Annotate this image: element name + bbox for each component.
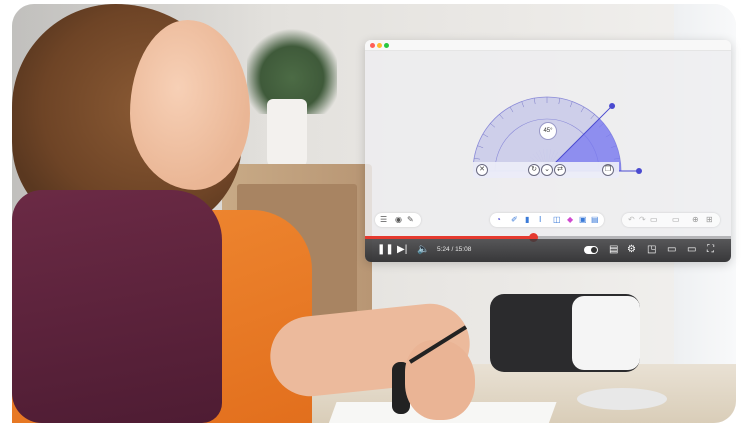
autoplay-toggle[interactable] bbox=[584, 246, 598, 254]
pause-icon[interactable]: ❚❚ bbox=[377, 244, 394, 256]
vr-headset-front bbox=[572, 296, 640, 370]
highlighter-icon[interactable]: ▮ bbox=[525, 215, 529, 225]
undo-icon[interactable]: ↶ bbox=[628, 215, 635, 225]
lasso-icon[interactable]: ◔ bbox=[496, 215, 501, 225]
next-icon[interactable]: ▶| bbox=[397, 244, 407, 256]
flip-icon[interactable]: ⇄ bbox=[554, 164, 566, 176]
page-indicator-icon: ▭ bbox=[672, 215, 680, 224]
eraser-icon[interactable]: ◫ bbox=[553, 215, 561, 225]
pencil-icon[interactable]: ✐ bbox=[511, 215, 518, 225]
right-toolbar: ↶ ↷ ▭ ▭ ⊕ ⊞ bbox=[622, 213, 720, 227]
grid-icon[interactable]: ⊞ bbox=[706, 215, 713, 225]
close-icon[interactable]: ✕ bbox=[476, 164, 488, 176]
page-icon[interactable]: ▭ bbox=[650, 215, 658, 225]
fullscreen-icon[interactable]: ⛶ bbox=[707, 244, 714, 256]
trash-icon[interactable]: ▤ bbox=[591, 215, 599, 225]
girl-scarf bbox=[12, 190, 222, 423]
miniplayer-icon[interactable]: ◳ bbox=[647, 244, 656, 256]
redo-icon[interactable]: ↷ bbox=[639, 215, 646, 225]
angle-handle[interactable] bbox=[609, 102, 616, 109]
left-toolbar: ☰ ◉ ✎ bbox=[375, 213, 421, 227]
text-cursor-icon[interactable]: Ⅰ bbox=[539, 215, 541, 225]
record-icon[interactable]: ◉ bbox=[395, 215, 402, 225]
gear-icon[interactable]: ⚙ bbox=[627, 244, 636, 256]
drawing-toolbar: ◔ ✐ ▮ Ⅰ ◫ ◆ ▣ ▤ bbox=[490, 213, 604, 227]
window-minimize-button[interactable] bbox=[377, 43, 382, 48]
add-icon[interactable]: ⊕ bbox=[692, 215, 699, 225]
angle-readout: 45° bbox=[539, 122, 557, 140]
window-titlebar bbox=[365, 40, 731, 51]
base-handle[interactable] bbox=[636, 168, 642, 174]
menu-icon[interactable]: ☰ bbox=[380, 215, 387, 225]
video-controls: ❚❚ ▶| 🔈 5:24 / 15:08 ▤ ⚙ ◳ ▭ ▭ ⛶ bbox=[365, 239, 731, 262]
protractor-toolbar: ✕ ↻ ⌄ ⇄ ❐ bbox=[473, 162, 619, 178]
computer-mouse bbox=[577, 388, 667, 410]
rotate-icon[interactable]: ↻ bbox=[528, 164, 540, 176]
app-window: 45° ✕ ↻ ⌄ ⇄ ❐ ☰ ◉ ✎ ◔ ✐ ▮ Ⅰ ◫ ◆ ▣ ▤ ↶ ↷ … bbox=[365, 40, 731, 262]
time-display: 5:24 / 15:08 bbox=[437, 246, 472, 253]
pen-icon[interactable]: ✎ bbox=[407, 215, 414, 225]
stamp-icon[interactable]: ▣ bbox=[579, 215, 587, 225]
window-close-button[interactable] bbox=[370, 43, 375, 48]
cast-icon[interactable]: ▭ bbox=[687, 244, 696, 256]
girl-hand bbox=[405, 340, 475, 420]
chevron-down-icon[interactable]: ⌄ bbox=[541, 164, 553, 176]
shapes-icon[interactable]: ◆ bbox=[567, 215, 573, 225]
window-zoom-button[interactable] bbox=[384, 43, 389, 48]
volume-icon[interactable]: 🔈 bbox=[417, 244, 429, 256]
theater-icon[interactable]: ▭ bbox=[667, 244, 676, 256]
subtitles-icon[interactable]: ▤ bbox=[609, 244, 618, 256]
copy-icon[interactable]: ❐ bbox=[602, 164, 614, 176]
plant-pot bbox=[267, 99, 307, 169]
